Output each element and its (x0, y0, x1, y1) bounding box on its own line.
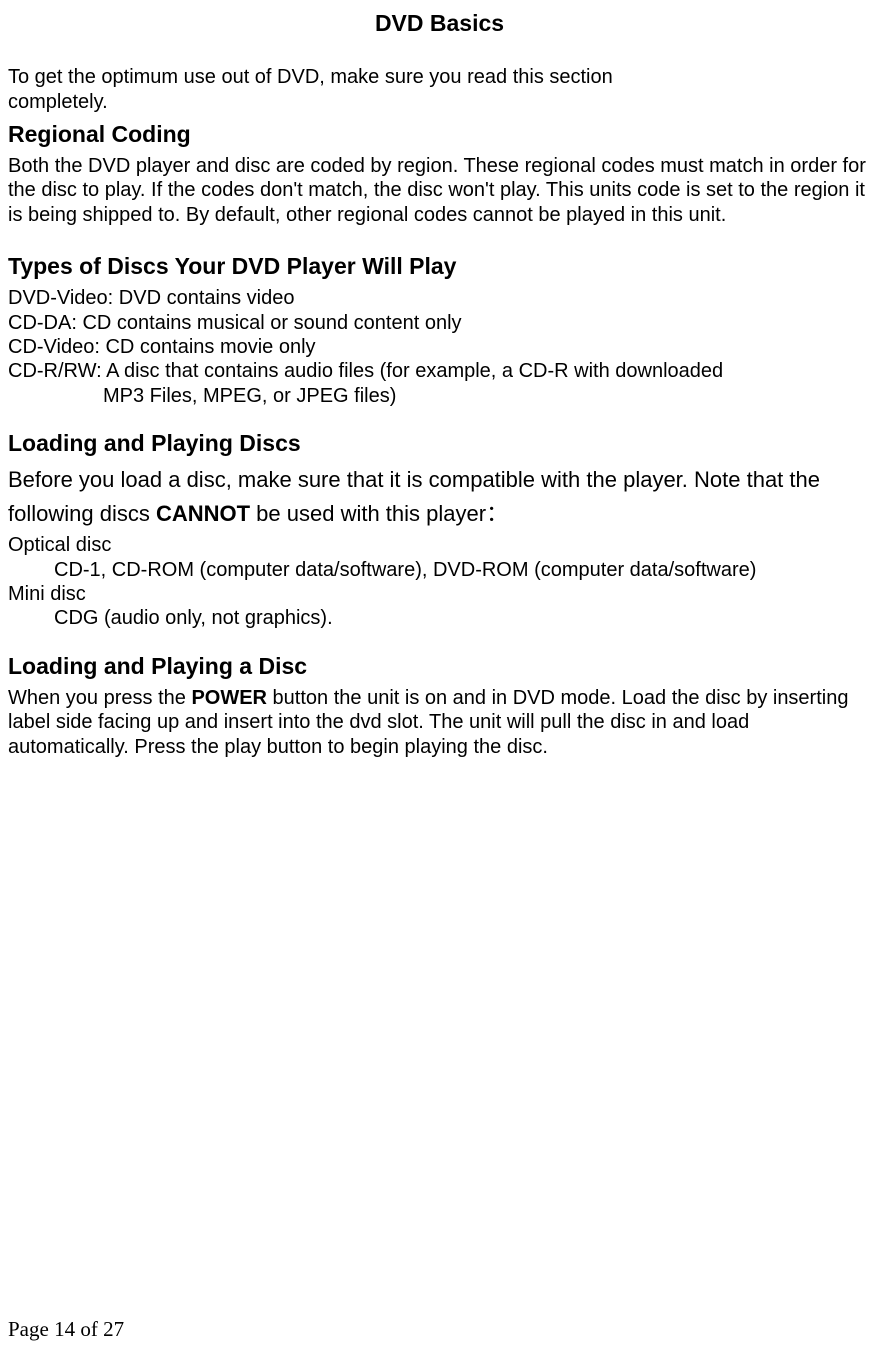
cannot-intro-after: be used with this player： (250, 501, 508, 526)
incompatible-disc-list: Optical disc CD-1, CD-ROM (computer data… (8, 533, 871, 631)
disc-type-cd-r-rw-cont: MP3 Files, MPEG, or JPEG files) (8, 384, 871, 408)
cannot-emphasis: CANNOT (156, 501, 250, 526)
incompatible-mini-disc: Mini disc (8, 582, 871, 606)
intro-paragraph: To get the optimum use out of DVD, make … (8, 65, 648, 115)
heading-types-of-discs: Types of Discs Your DVD Player Will Play (8, 253, 871, 280)
loading-a-disc-text: When you press the POWER button the unit… (8, 686, 871, 759)
page-title: DVD Basics (8, 10, 871, 37)
heading-loading-playing-discs: Loading and Playing Discs (8, 430, 871, 457)
power-text-before: When you press the (8, 687, 191, 709)
disc-type-cd-da: CD-DA: CD contains musical or sound cont… (8, 311, 871, 335)
incompatible-optical-disc: Optical disc (8, 533, 871, 557)
power-emphasis: POWER (191, 687, 267, 709)
disc-types-list: DVD-Video: DVD contains video CD-DA: CD … (8, 286, 871, 408)
incompatible-optical-detail: CD-1, CD-ROM (computer data/software), D… (8, 558, 871, 582)
heading-loading-playing-a-disc: Loading and Playing a Disc (8, 653, 871, 680)
disc-type-cd-video: CD-Video: CD contains movie only (8, 335, 871, 359)
incompatible-mini-detail: CDG (audio only, not graphics). (8, 606, 871, 630)
cannot-use-intro: Before you load a disc, make sure that i… (8, 463, 871, 531)
disc-type-dvd-video: DVD-Video: DVD contains video (8, 286, 871, 310)
heading-regional-coding: Regional Coding (8, 121, 871, 148)
regional-coding-text: Both the DVD player and disc are coded b… (8, 154, 871, 227)
disc-type-cd-r-rw: CD-R/RW: A disc that contains audio file… (8, 359, 871, 383)
page-number: Page 14 of 27 (8, 1317, 124, 1342)
